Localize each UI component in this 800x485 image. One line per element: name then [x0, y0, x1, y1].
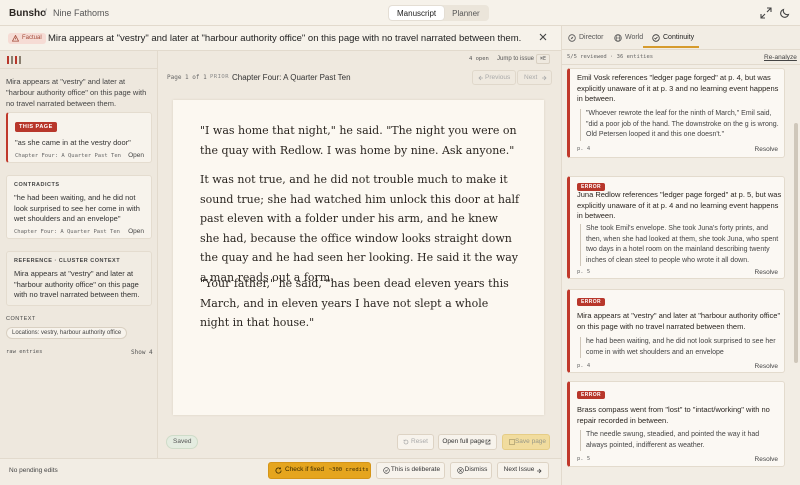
- context-label: CONTEXT: [6, 316, 36, 322]
- category-badge: Factual: [8, 33, 46, 44]
- saved-status: Saved: [166, 435, 199, 449]
- tab-planner[interactable]: Planner: [444, 6, 488, 20]
- check-circle-icon: [652, 34, 660, 42]
- arrow-left-icon: [478, 75, 483, 81]
- reference-text: Mira appears at "vestry" and later at "h…: [14, 269, 140, 299]
- issue-card-quote: The needle swung, steadied, and pointed …: [580, 430, 780, 451]
- manuscript-paragraph[interactable]: "I was home that night," he said. "The n…: [200, 121, 520, 160]
- reset-icon: [403, 439, 409, 445]
- issue-card-quote: She took Emil's envelope. She took Juna'…: [580, 224, 780, 266]
- page-count: Page 1 of 1: [167, 74, 207, 81]
- issue-card-quote: he had been waiting, and he did not look…: [580, 337, 780, 358]
- compass-icon: [568, 34, 576, 42]
- resolve-button[interactable]: Resolve: [755, 363, 778, 370]
- jump-to-issue-link[interactable]: Jump to issue: [497, 56, 534, 62]
- resolve-button[interactable]: Resolve: [755, 146, 778, 153]
- tab-continuity[interactable]: Continuity: [652, 34, 694, 42]
- issue-card-title: Juna Redlow references "ledger page forg…: [577, 190, 782, 220]
- scrollbar[interactable]: [794, 123, 798, 363]
- refresh-icon: [275, 467, 282, 474]
- breadcrumb-separator: /: [44, 8, 47, 19]
- check-circle-icon: [383, 467, 390, 474]
- next-button[interactable]: Next: [517, 70, 552, 85]
- external-link-icon: [485, 439, 491, 445]
- issue-card-page: p. 5: [577, 269, 591, 275]
- manuscript-paragraph[interactable]: It was not true, and he did not trouble …: [200, 170, 520, 287]
- this-page-tag: THIS PAGE: [15, 122, 57, 132]
- contradicts-card[interactable]: CONTRADICTS "he had been waiting, and he…: [6, 175, 152, 239]
- contradicts-location: Chapter Four: A Quarter Past Ten: [14, 229, 120, 235]
- open-issue-count: 4 open: [469, 56, 489, 62]
- issue-description: Mira appears at "vestry" and later at "h…: [6, 77, 147, 108]
- next-issue-button[interactable]: Next Issue: [497, 462, 549, 479]
- issue-card-page: p. 4: [577, 363, 591, 369]
- dark-mode-icon[interactable]: [779, 7, 791, 19]
- issue-card[interactable]: ERROR Juna Redlow references "ledger pag…: [567, 176, 785, 279]
- shortcut-key: ⌘E: [536, 54, 551, 64]
- dismiss-icon: [457, 467, 464, 474]
- error-tag: ERROR: [577, 298, 606, 306]
- prior-label: PRIOR: [210, 74, 230, 80]
- save-icon: [509, 439, 515, 445]
- review-progress: 5/5 reviewed · 36 entities: [567, 54, 654, 60]
- this-page-quote: "as she came in at the vestry door": [15, 138, 131, 147]
- issue-card-quote: "Whoever rewrote the leaf for the ninth …: [580, 109, 780, 141]
- reference-card: REFERENCE · CLUSTER CONTEXT Mira appears…: [6, 251, 152, 306]
- this-page-card[interactable]: THIS PAGE "as she came in at the vestry …: [6, 112, 152, 163]
- issue-card-title: Emil Vosk references "ledger page forged…: [577, 73, 779, 103]
- active-tab-indicator: [643, 46, 699, 48]
- panel-layout-icon[interactable]: [7, 56, 23, 64]
- tab-world[interactable]: World: [614, 34, 643, 42]
- chapter-title: Chapter Four: A Quarter Past Ten: [232, 73, 351, 82]
- arrow-right-icon: [542, 75, 547, 81]
- issue-card-title: Mira appears at "vestry" and later at "h…: [577, 311, 781, 331]
- context-chip[interactable]: Locations: vestry, harbour authority off…: [6, 327, 128, 339]
- issue-card-title: Brass compass went from "lost" to "intac…: [577, 405, 770, 425]
- pending-edits-status: No pending edits: [9, 467, 58, 474]
- raw-entries-toggle[interactable]: Show 4: [131, 349, 153, 356]
- globe-icon: [614, 34, 622, 42]
- check-if-fixed-button[interactable]: Check if fixed ~300 credits: [268, 462, 371, 479]
- issue-card[interactable]: ERROR Brass compass went from "lost" to …: [567, 381, 785, 467]
- issue-title: Mira appears at "vestry" and later at "h…: [48, 33, 522, 44]
- this-is-deliberate-button[interactable]: This is deliberate: [376, 462, 445, 479]
- manuscript-paragraph[interactable]: "Your father," he said, "has been dead e…: [200, 274, 520, 333]
- breadcrumb-project[interactable]: Nine Fathoms: [53, 8, 109, 18]
- view-switcher: Manuscript Planner: [388, 5, 489, 21]
- resolve-button[interactable]: Resolve: [755, 456, 778, 463]
- this-page-open-link[interactable]: Open: [128, 152, 144, 159]
- issue-card[interactable]: ERROR Mira appears at "vestry" and later…: [567, 289, 785, 373]
- close-icon[interactable]: [538, 32, 548, 42]
- issue-card-page: p. 4: [577, 146, 591, 152]
- error-tag: ERROR: [577, 391, 606, 399]
- warning-icon: [12, 35, 19, 42]
- dismiss-button[interactable]: Dismiss: [450, 462, 492, 479]
- arrow-right-icon: [537, 468, 542, 474]
- left-toolbar: [0, 51, 158, 69]
- reference-tag: REFERENCE · CLUSTER CONTEXT: [14, 258, 121, 264]
- tab-director[interactable]: Director: [568, 34, 604, 42]
- issue-card-page: p. 5: [577, 456, 591, 462]
- open-full-page-button[interactable]: Open full page: [438, 434, 497, 450]
- issue-card[interactable]: Emil Vosk references "ledger page forged…: [567, 68, 785, 158]
- resolve-button[interactable]: Resolve: [755, 269, 778, 276]
- tab-manuscript[interactable]: Manuscript: [389, 6, 445, 20]
- app-logo[interactable]: Bunsho: [9, 8, 46, 19]
- save-page-button[interactable]: Save page: [502, 434, 550, 450]
- credits-cost: ~300 credits: [328, 467, 369, 473]
- contradicts-tag: CONTRADICTS: [14, 182, 60, 188]
- contradicts-open-link[interactable]: Open: [128, 228, 144, 235]
- previous-button[interactable]: Previous: [472, 70, 516, 85]
- reset-button[interactable]: Reset: [397, 434, 434, 450]
- contradicts-quote: "he had been waiting, and he did not loo…: [14, 193, 140, 223]
- raw-entries-label: raw entries: [6, 349, 43, 355]
- reanalyze-link[interactable]: Re-analyze: [764, 54, 797, 61]
- category-label: Factual: [22, 35, 42, 41]
- expand-icon[interactable]: [760, 7, 772, 19]
- this-page-location: Chapter Four: A Quarter Past Ten: [15, 153, 121, 159]
